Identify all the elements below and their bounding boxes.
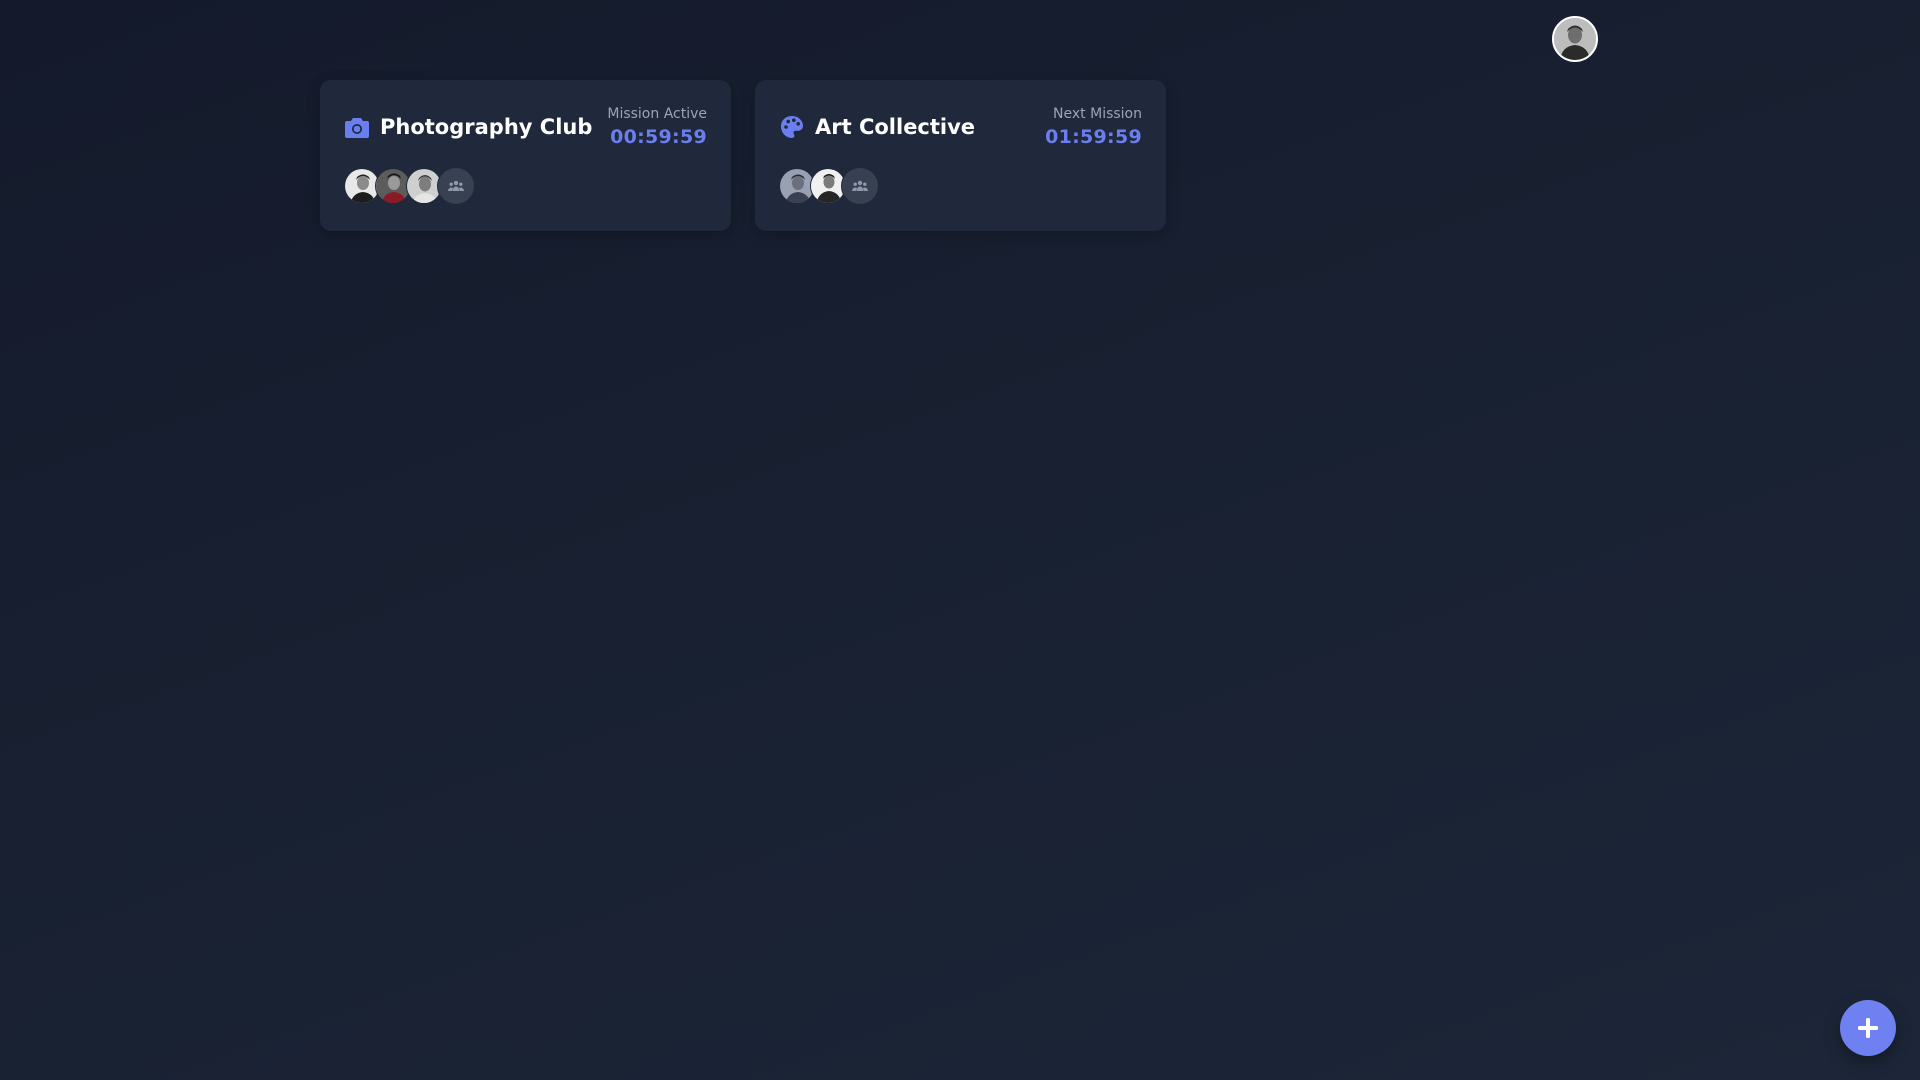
member-avatars <box>779 167 879 205</box>
add-button[interactable] <box>1840 1000 1896 1056</box>
club-card-art[interactable]: Art Collective Next Mission 01:59:59 <box>755 80 1166 231</box>
group-icon[interactable] <box>841 167 879 205</box>
mission-countdown: 01:59:59 <box>1045 126 1142 148</box>
mission-timer: Mission Active 00:59:59 <box>607 105 707 148</box>
mission-timer: Next Mission 01:59:59 <box>1045 105 1142 148</box>
palette-icon <box>779 114 805 140</box>
club-card-header: Photography Club Mission Active 00:59:59 <box>344 105 707 148</box>
profile-avatar[interactable] <box>1552 16 1598 62</box>
user-portrait-icon <box>1554 18 1596 60</box>
mission-status-label: Next Mission <box>1053 106 1142 122</box>
mission-status-label: Mission Active <box>607 106 707 122</box>
mission-countdown: 00:59:59 <box>610 126 707 148</box>
plus-icon <box>1858 1018 1878 1038</box>
member-avatars <box>344 167 475 205</box>
club-card-photography[interactable]: Photography Club Mission Active 00:59:59 <box>320 80 731 231</box>
group-icon[interactable] <box>437 167 475 205</box>
camera-icon <box>344 114 370 140</box>
club-title-row: Photography Club <box>344 114 592 140</box>
club-card-header: Art Collective Next Mission 01:59:59 <box>779 105 1142 148</box>
club-title-row: Art Collective <box>779 114 975 140</box>
club-name: Art Collective <box>815 115 976 139</box>
club-name: Photography Club <box>380 115 593 139</box>
